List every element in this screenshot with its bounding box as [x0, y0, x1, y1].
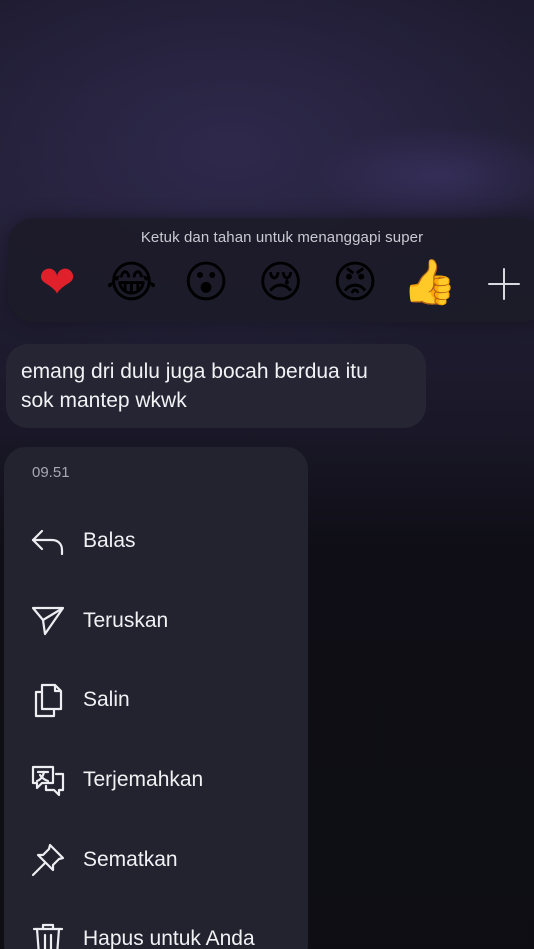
- menu-item-label: Balas: [83, 529, 136, 552]
- menu-item-label: Terjemahkan: [83, 768, 204, 791]
- menu-item-label: Hapus untuk Anda: [83, 927, 255, 949]
- menu-item-copy[interactable]: Salin: [20, 668, 300, 730]
- reaction-heart[interactable]: ❤: [28, 255, 86, 311]
- menu-item-forward[interactable]: Teruskan: [20, 589, 300, 651]
- menu-item-reply[interactable]: Balas: [20, 509, 300, 571]
- forward-icon: [28, 601, 68, 641]
- reply-icon: [28, 521, 68, 561]
- plus-icon[interactable]: [484, 262, 524, 306]
- reaction-surprised[interactable]: 😮: [177, 255, 235, 311]
- reaction-crying[interactable]: 😢: [252, 255, 310, 311]
- menu-item-label: Teruskan: [83, 609, 169, 632]
- menu-item-label: Salin: [83, 688, 130, 711]
- menu-item-pin[interactable]: Sematkan: [20, 828, 300, 890]
- reaction-thumbs-up[interactable]: 👍: [401, 255, 459, 311]
- menu-item-delete[interactable]: Hapus untuk Anda: [20, 907, 300, 949]
- reaction-list: ❤ 😂 😮 😢 😡 👍: [28, 255, 475, 311]
- message-timestamp: 09.51: [32, 464, 70, 481]
- trash-icon: [28, 919, 68, 949]
- menu-item-label: Sematkan: [83, 848, 178, 871]
- reaction-angry[interactable]: 😡: [326, 255, 384, 311]
- pin-icon: [28, 840, 68, 880]
- reaction-tears-of-joy[interactable]: 😂: [103, 255, 161, 311]
- copy-icon: [28, 680, 68, 720]
- translate-icon: [28, 760, 68, 800]
- reaction-hint: Ketuk dan tahan untuk menanggapi super: [140, 229, 424, 246]
- menu-item-translate[interactable]: Terjemahkan: [20, 748, 300, 810]
- message-text: emang dri dulu juga bocah berdua itu sok…: [21, 360, 368, 412]
